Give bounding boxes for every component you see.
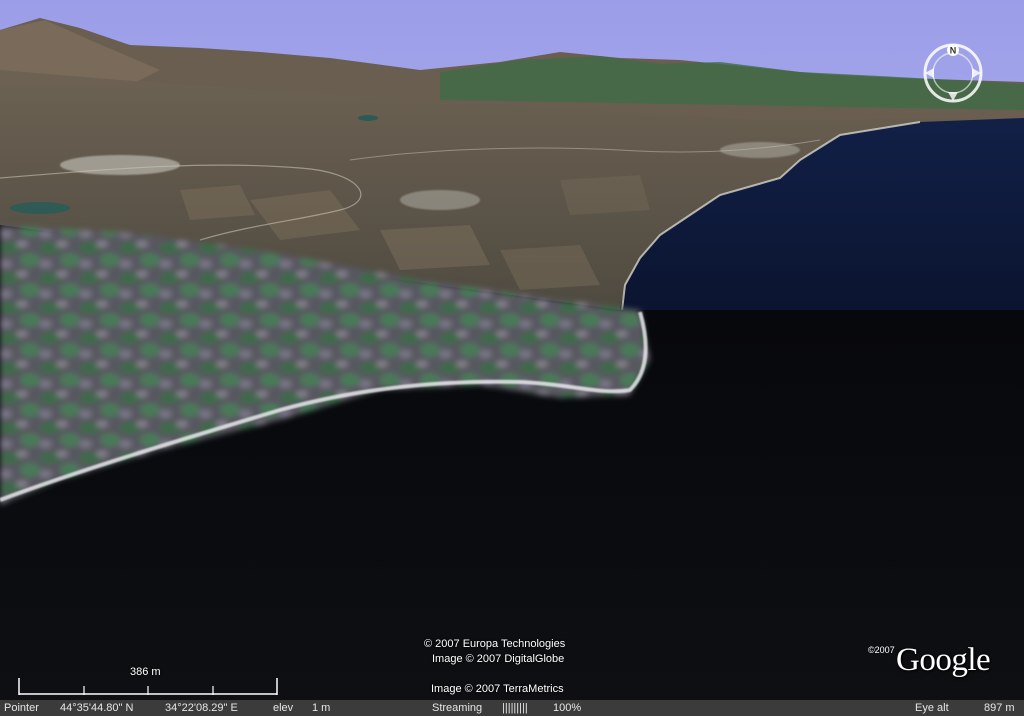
town-center: [400, 190, 480, 210]
pointer-latitude: 44°35'44.80" N: [60, 702, 134, 714]
pointer-label: Pointer: [4, 702, 39, 714]
streaming-label: Streaming: [432, 702, 483, 714]
elevation-value: 1 m: [312, 702, 331, 714]
scale-ruler: [18, 678, 278, 695]
streaming-progress-bar: |||||||||: [502, 702, 528, 714]
scale-bar: 386 m: [18, 666, 280, 696]
pointer-longitude: 34°22'08.29" E: [165, 702, 238, 714]
logo-wordmark: Google: [896, 642, 991, 678]
reservoir: [10, 202, 70, 214]
elevation-label: elev: [273, 702, 294, 714]
earth-3d-view[interactable]: N © 2007 Europa Technologies Image © 200…: [0, 0, 1024, 700]
streaming-percent: 100%: [553, 702, 582, 714]
logo-copyright: ©2007: [868, 645, 895, 655]
credit-europa: © 2007 Europa Technologies: [424, 638, 566, 650]
eye-alt-value: 897 m: [984, 702, 1015, 714]
pond: [358, 115, 378, 121]
status-bar: Pointer 44°35'44.80" N 34°22'08.29" E el…: [0, 700, 1024, 716]
eye-alt-label: Eye alt: [915, 702, 949, 714]
compass-north-label: N: [950, 46, 957, 56]
google-logo: ©2007 Google: [868, 642, 1018, 688]
terrain-imagery[interactable]: [0, 0, 1024, 700]
credit-digitalglobe: Image © 2007 DigitalGlobe: [432, 653, 565, 665]
compass-icon[interactable]: N: [920, 40, 986, 106]
credit-terrametrics: Image © 2007 TerraMetrics: [431, 683, 564, 695]
